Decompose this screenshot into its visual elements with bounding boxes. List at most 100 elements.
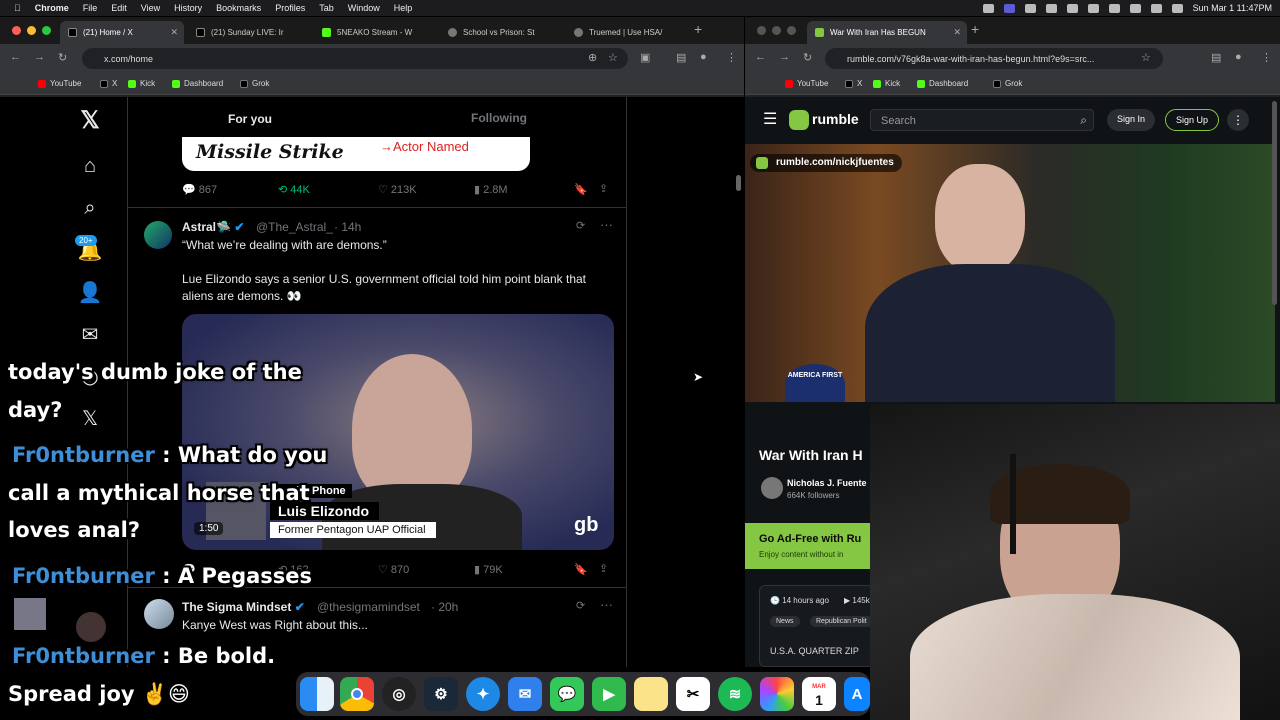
menu-profiles[interactable]: Profiles xyxy=(275,3,305,13)
zoom-window-button[interactable] xyxy=(787,26,796,35)
safari-icon[interactable]: ✦ xyxy=(466,677,500,711)
cast-icon[interactable]: ▤ xyxy=(1211,51,1221,64)
bookmark-grok[interactable]: Grok xyxy=(993,79,1022,88)
bookmark-grok[interactable]: Grok xyxy=(240,79,269,88)
status-icon[interactable] xyxy=(1045,3,1057,13)
photos-icon[interactable] xyxy=(760,677,794,711)
video-player[interactable]: AMERICA FIRST rumble.com/nickjfuentes xyxy=(745,144,1275,402)
bookmark-star-icon[interactable]: ☆ xyxy=(1141,51,1151,64)
tab-following[interactable]: Following xyxy=(471,111,527,125)
zoom-window-button[interactable] xyxy=(42,26,51,35)
follow-icon[interactable]: 👤 xyxy=(72,274,108,310)
views-button[interactable]: ▮ 79K xyxy=(474,563,503,576)
more-options-icon[interactable]: ··· xyxy=(600,217,613,232)
extensions-icon[interactable]: ▣ xyxy=(640,51,650,64)
post-author-name[interactable]: The Sigma Mindset ✔ xyxy=(182,599,305,616)
forward-button[interactable]: → xyxy=(779,51,790,63)
search-icon[interactable]: ⌕ xyxy=(72,190,108,226)
menu-bookmarks[interactable]: Bookmarks xyxy=(216,3,261,13)
mail-icon[interactable]: ✉ xyxy=(508,677,542,711)
post-handle[interactable]: @The_Astral_ xyxy=(256,220,333,234)
bookmark-dashboard[interactable]: Dashboard xyxy=(917,79,968,88)
bookmark-kick[interactable]: Kick xyxy=(128,79,155,88)
scrollbar-thumb[interactable] xyxy=(736,175,741,191)
search-icon[interactable] xyxy=(1150,3,1162,13)
post-time[interactable]: · 20h xyxy=(431,600,458,614)
forward-button[interactable]: → xyxy=(34,51,45,63)
tab-school-vs-prison[interactable]: School vs Prison: St xyxy=(440,21,564,44)
zoom-icon[interactable]: ⊕ xyxy=(588,51,597,64)
menu-help[interactable]: Help xyxy=(394,3,413,13)
bookmark-x[interactable]: X xyxy=(100,79,117,88)
sign-up-button[interactable]: Sign Up xyxy=(1165,109,1220,131)
spotify-icon[interactable]: ≋ xyxy=(718,677,752,711)
avatar[interactable] xyxy=(144,599,174,629)
avatar[interactable] xyxy=(144,221,172,249)
share-icon[interactable]: ⇪ xyxy=(599,562,608,575)
more-menu-icon[interactable]: ⋮ xyxy=(726,51,737,64)
bookmark-dashboard[interactable]: Dashboard xyxy=(172,79,223,88)
close-window-button[interactable] xyxy=(757,26,766,35)
close-tab-icon[interactable]: ✕ xyxy=(170,27,178,38)
status-icon[interactable] xyxy=(1024,3,1036,13)
menu-app-name[interactable]: Chrome xyxy=(35,3,69,13)
steam-icon[interactable]: ⚙ xyxy=(424,677,458,711)
close-window-button[interactable] xyxy=(12,26,21,35)
share-icon[interactable]: ⇪ xyxy=(599,182,608,195)
repost-button[interactable]: ⟲ 44K xyxy=(278,183,310,196)
x-logo-icon[interactable]: 𝕏 xyxy=(72,102,108,138)
profile-avatar[interactable]: ● xyxy=(1235,51,1242,63)
menu-window[interactable]: Window xyxy=(348,3,380,13)
notes-icon[interactable] xyxy=(634,677,668,711)
ad-free-banner[interactable]: Go Ad-Free with Ru Enjoy content without… xyxy=(745,523,875,569)
screen-record-icon[interactable] xyxy=(1003,3,1015,13)
wifi-icon[interactable] xyxy=(1129,3,1141,13)
rumble-logo[interactable]: rumble xyxy=(812,111,859,127)
menu-tab[interactable]: Tab xyxy=(319,3,334,13)
hamburger-menu-icon[interactable]: ☰ xyxy=(763,109,777,129)
new-tab-button[interactable]: + xyxy=(694,21,702,37)
address-bar[interactable]: x.com/home xyxy=(82,48,628,69)
apple-icon[interactable]:  xyxy=(14,3,21,13)
views-button[interactable]: ▮ 2.8M xyxy=(474,183,508,196)
facetime-icon[interactable]: ▶ xyxy=(592,677,626,711)
search-icon[interactable]: ⌕ xyxy=(1080,113,1087,128)
premium-x-icon[interactable]: 𝕏 xyxy=(72,400,108,436)
finder-icon[interactable] xyxy=(300,677,334,711)
messages-icon[interactable]: 💬 xyxy=(550,677,584,711)
home-icon[interactable]: ⌂ xyxy=(72,148,108,184)
scrollbar-thumb[interactable] xyxy=(1272,101,1277,305)
minimize-window-button[interactable] xyxy=(772,26,781,35)
tab-truemed[interactable]: Truemed | Use HSA/ xyxy=(566,21,690,44)
menu-history[interactable]: History xyxy=(174,3,202,13)
cast-icon[interactable]: ▤ xyxy=(676,51,686,64)
play-icon[interactable] xyxy=(1087,3,1099,13)
rumble-logo-icon[interactable] xyxy=(789,110,809,130)
tab-for-you[interactable]: For you xyxy=(228,111,272,128)
control-center-icon[interactable] xyxy=(1171,3,1183,13)
new-tab-button[interactable]: + xyxy=(971,21,979,37)
post-image[interactable]: Missile Strike →Actor Named xyxy=(182,137,530,171)
post-handle[interactable]: @thesigmamindset xyxy=(317,600,420,614)
address-bar[interactable]: rumble.com/v76gk8a-war-with-iran-has-beg… xyxy=(825,48,1163,69)
more-menu-icon[interactable]: ⋮ xyxy=(1261,51,1272,64)
bookmark-x[interactable]: X xyxy=(845,79,862,88)
back-button[interactable]: ← xyxy=(755,51,766,63)
tab-sneako-stream[interactable]: 5NEAKO Stream - W xyxy=(314,21,438,44)
profile-avatar[interactable]: ● xyxy=(700,51,707,63)
battery-icon[interactable] xyxy=(1108,3,1120,13)
tab-sunday-live[interactable]: (21) Sunday LIVE: Ir xyxy=(188,21,312,44)
minimize-window-button[interactable] xyxy=(27,26,36,35)
sign-in-button[interactable]: Sign In xyxy=(1107,109,1156,131)
tag-republican-politics[interactable]: Republican Polit xyxy=(810,616,873,627)
bookmark-star-icon[interactable]: ☆ xyxy=(608,51,618,64)
tab-x-home[interactable]: (21) Home / X ✕ xyxy=(60,21,184,44)
calendar-icon[interactable]: MAR 1 xyxy=(802,677,836,711)
reload-button[interactable]: ↻ xyxy=(803,51,812,64)
capcut-icon[interactable]: ✂ xyxy=(676,677,710,711)
more-options-icon[interactable]: ··· xyxy=(600,597,613,612)
channel-avatar[interactable] xyxy=(761,477,783,499)
reply-button[interactable]: 💬 867 xyxy=(182,183,217,196)
post-video[interactable]: on the Phone Luis Elizondo Former Pentag… xyxy=(182,314,614,550)
bookmark-kick[interactable]: Kick xyxy=(873,79,900,88)
